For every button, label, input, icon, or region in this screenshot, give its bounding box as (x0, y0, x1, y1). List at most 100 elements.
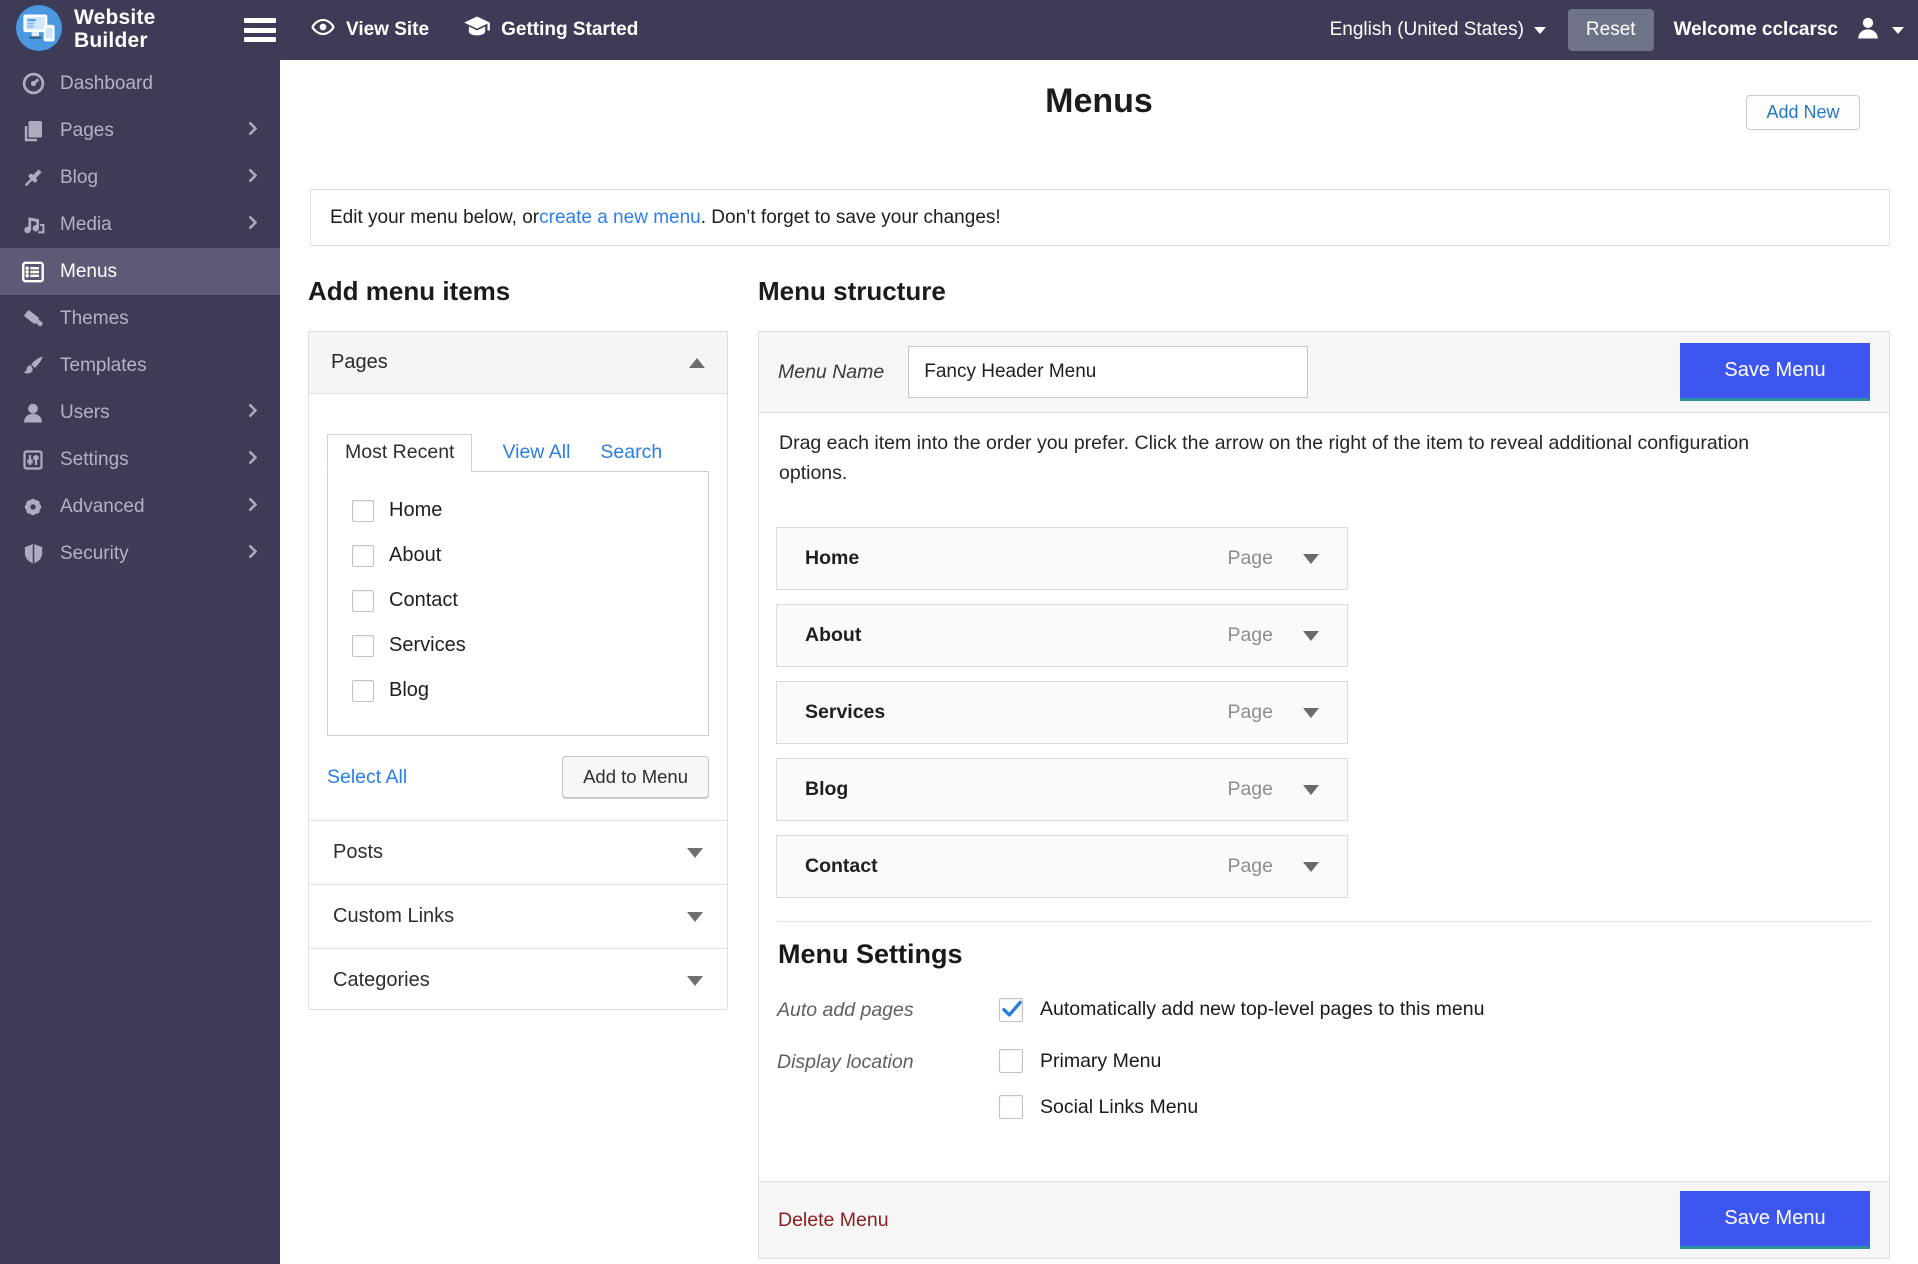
notice-bar: Edit your menu below, or create a new me… (310, 189, 1890, 246)
pages-tabs: Most Recent View All Search (327, 434, 709, 471)
chevron-right-icon (247, 449, 258, 470)
menu-item-contact[interactable]: Contact Page (776, 835, 1348, 898)
checkbox-contact[interactable] (352, 590, 374, 612)
chevron-down-icon (687, 912, 703, 922)
categories-accordion-header[interactable]: Categories (309, 948, 727, 1012)
menu-item-services[interactable]: Services Page (776, 681, 1348, 744)
save-menu-button-bottom[interactable]: Save Menu (1680, 1191, 1870, 1249)
create-new-menu-link[interactable]: create a new menu (539, 207, 701, 229)
menu-item-home[interactable]: Home Page (776, 527, 1348, 590)
getting-started-button[interactable]: Getting Started (463, 13, 638, 47)
chevron-down-icon (687, 976, 703, 986)
sidebar-item-users[interactable]: Users (0, 389, 280, 436)
paint-roller-icon (20, 306, 46, 332)
sidebar-item-menus[interactable]: Menus (0, 248, 280, 295)
view-site-button[interactable]: View Site (310, 14, 429, 46)
menu-name-input[interactable] (908, 346, 1308, 398)
pages-list-actions: Select All Add to Menu (327, 756, 709, 798)
posts-accordion-header[interactable]: Posts (309, 820, 727, 884)
chevron-down-icon[interactable] (1303, 862, 1319, 872)
sidebar-item-security[interactable]: Security (0, 530, 280, 577)
sidebar-item-pages[interactable]: Pages (0, 107, 280, 154)
display-location-label: Display location (777, 1049, 999, 1119)
user-menu[interactable] (1854, 14, 1904, 47)
language-label: English (United States) (1330, 19, 1524, 41)
tab-search[interactable]: Search (600, 441, 662, 464)
app-logo: Website Builder (0, 3, 236, 58)
tab-most-recent[interactable]: Most Recent (327, 434, 472, 472)
reset-button[interactable]: Reset (1568, 9, 1654, 51)
notice-text-pre: Edit your menu below, or (330, 207, 539, 229)
top-bar: Website Builder View Site Getting Starte… (0, 0, 1918, 60)
page-title: Menus (280, 82, 1918, 121)
top-bar-right: English (United States) Reset Welcome cc… (1330, 9, 1918, 51)
sidebar-item-templates[interactable]: Templates (0, 342, 280, 389)
custom-links-accordion-header[interactable]: Custom Links (309, 884, 727, 948)
gauge-icon (20, 71, 46, 97)
save-menu-button-top[interactable]: Save Menu (1680, 343, 1870, 401)
chevron-right-icon (247, 496, 258, 517)
checkbox-services[interactable] (352, 635, 374, 657)
auto-add-option: Automatically add new top-level pages to… (999, 997, 1484, 1022)
website-builder-logo-icon (14, 3, 64, 58)
menu-structure-footer: Delete Menu Save Menu (759, 1181, 1889, 1258)
chevron-down-icon[interactable] (1303, 554, 1319, 564)
sidebar-item-advanced[interactable]: Advanced (0, 483, 280, 530)
chevron-right-icon (247, 402, 258, 423)
chevron-down-icon[interactable] (1303, 785, 1319, 795)
menu-structure-description: Drag each item into the order you prefer… (779, 428, 1789, 488)
app-window: Website Builder View Site Getting Starte… (0, 0, 1918, 1264)
pages-icon (20, 118, 46, 144)
checkbox-home[interactable] (352, 500, 374, 522)
menu-structure-heading: Menu structure (758, 276, 946, 307)
menu-list-icon (20, 259, 46, 285)
checkbox-auto-add-pages[interactable] (999, 998, 1023, 1022)
chevron-up-icon (689, 358, 705, 368)
eye-icon (310, 14, 336, 46)
sidebar-item-settings[interactable]: Settings (0, 436, 280, 483)
auto-add-pages-row: Auto add pages Automatically add new top… (777, 997, 1871, 1022)
sidebar-item-themes[interactable]: Themes (0, 295, 280, 342)
tab-view-all[interactable]: View All (502, 441, 570, 464)
pages-accordion-header[interactable]: Pages (309, 332, 727, 394)
menu-settings-section: Menu Settings Auto add pages Automatical… (777, 921, 1871, 1119)
list-item: Services (328, 623, 708, 668)
list-item: Blog (328, 668, 708, 713)
sidebar-item-blog[interactable]: Blog (0, 154, 280, 201)
pushpin-icon (20, 165, 46, 191)
delete-menu-link[interactable]: Delete Menu (778, 1209, 889, 1232)
media-icon (20, 212, 46, 238)
checkbox-social-links-menu[interactable] (999, 1095, 1023, 1119)
sidebar-nav: Dashboard Pages Blog Media Menus Themes … (0, 60, 280, 1264)
graduation-cap-icon (463, 13, 491, 47)
chevron-down-icon (1534, 27, 1546, 34)
language-selector[interactable]: English (United States) (1330, 19, 1546, 41)
add-to-menu-button[interactable]: Add to Menu (562, 756, 709, 798)
add-menu-items-panel: Pages Most Recent View All Search Home A… (308, 331, 728, 1010)
welcome-text: Welcome cclcarsc (1674, 19, 1838, 41)
display-location-row: Display location Primary Menu Social Lin… (777, 1049, 1871, 1119)
menu-structure-panel: Menu Name Save Menu Drag each item into … (758, 331, 1890, 1259)
checkbox-about[interactable] (352, 545, 374, 567)
sidebar-item-media[interactable]: Media (0, 201, 280, 248)
list-item: About (328, 533, 708, 578)
checkbox-primary-menu[interactable] (999, 1049, 1023, 1073)
chevron-down-icon (1892, 27, 1904, 34)
user-icon (20, 400, 46, 426)
menu-item-blog[interactable]: Blog Page (776, 758, 1348, 821)
chevron-down-icon[interactable] (1303, 708, 1319, 718)
chevron-down-icon[interactable] (1303, 631, 1319, 641)
menu-item-about[interactable]: About Page (776, 604, 1348, 667)
view-site-label: View Site (346, 19, 429, 41)
add-new-button[interactable]: Add New (1746, 95, 1860, 130)
sidebar-item-dashboard[interactable]: Dashboard (0, 60, 280, 107)
list-item: Contact (328, 578, 708, 623)
app-title: Website Builder (74, 7, 156, 52)
select-all-link[interactable]: Select All (327, 766, 407, 789)
paintbrush-icon (20, 353, 46, 379)
sliders-icon (20, 447, 46, 473)
checkmark-icon (999, 996, 1025, 1027)
add-menu-items-heading: Add menu items (308, 276, 510, 307)
hamburger-menu-icon[interactable] (244, 18, 276, 42)
checkbox-blog[interactable] (352, 680, 374, 702)
